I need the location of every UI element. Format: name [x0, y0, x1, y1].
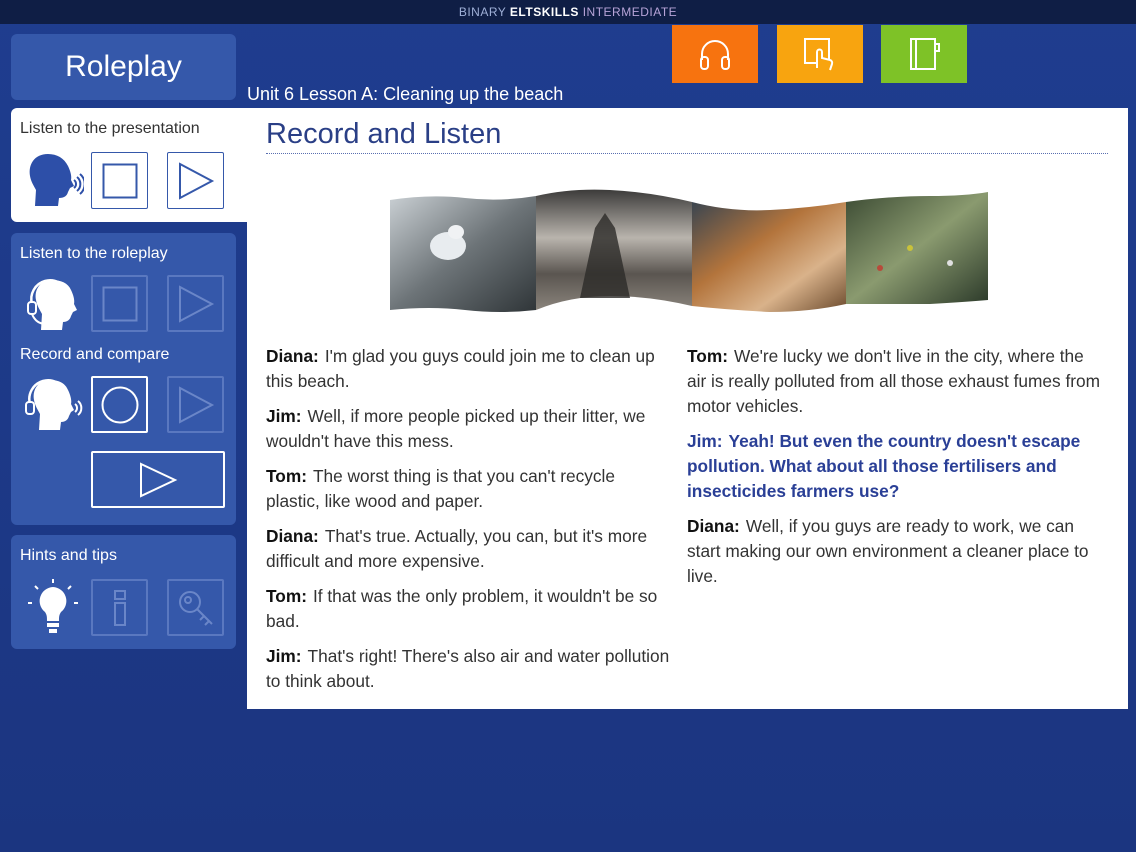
roleplay-panel: Listen to the roleplay Record and compar…: [11, 233, 236, 525]
record-button[interactable]: [91, 376, 148, 433]
dialogue-line: Diana: Well, if you guys are ready to wor…: [687, 514, 1107, 589]
pollution-photo-banner: [390, 189, 988, 312]
stop-icon: [102, 163, 137, 198]
notebook-icon: [910, 38, 940, 70]
dialogue-text: If that was the only problem, it wouldn'…: [266, 586, 658, 631]
notebook-button[interactable]: [881, 25, 967, 83]
headphones-icon: [700, 40, 730, 70]
speaking-head-icon: [29, 154, 84, 206]
dialogue-line: Jim: Well, if more people picked up their…: [266, 404, 671, 454]
speaker-name: Jim:: [266, 646, 302, 666]
content-area: Record and Listen Diana: I'm glad you gu…: [247, 108, 1128, 709]
hints-panel: Hints and tips: [11, 535, 236, 649]
speaker-name: Tom:: [687, 346, 728, 366]
lightbulb-icon[interactable]: [22, 577, 84, 639]
dialogue-text: We're lucky we don't live in the city, w…: [687, 346, 1101, 416]
speaker-name: Diana:: [687, 516, 740, 536]
roleplay-label: Listen to the roleplay: [20, 245, 168, 262]
roleplay-play-button[interactable]: [167, 275, 224, 332]
speaker-name: Tom:: [266, 586, 307, 606]
dialogue-line: Tom: If that was the only problem, it wou…: [266, 584, 671, 634]
content-title: Record and Listen: [266, 118, 502, 150]
dialogue-column-right: Tom: We're lucky we don't live in the cit…: [687, 344, 1107, 599]
listen-button[interactable]: [672, 25, 758, 83]
play-button[interactable]: [167, 152, 224, 209]
dialogue-line: Diana: That's true. Actually, you can, bu…: [266, 524, 671, 574]
speaker-name: Jim:: [266, 406, 302, 426]
dialogue-line: Jim: Yeah! But even the country doesn't e…: [687, 429, 1107, 504]
dialogue-text: Yeah! But even the country doesn't escap…: [687, 431, 1081, 501]
play-icon: [178, 385, 214, 424]
stop-icon: [102, 286, 137, 321]
dialogue-line: Diana: I'm glad you guys could join me to…: [266, 344, 671, 394]
key-icon: [178, 590, 213, 626]
record-icon: [101, 386, 138, 423]
title-divider: [266, 153, 1108, 154]
presentation-panel: Listen to the presentation: [11, 108, 247, 222]
dialogue-text: That's right! There's also air and water…: [266, 646, 670, 691]
headset-head-icon: [27, 279, 77, 330]
lesson-title: Unit 6 Lesson A: Cleaning up the beach: [247, 84, 564, 104]
dialogue-line: Tom: We're lucky we don't live in the cit…: [687, 344, 1107, 419]
activity-button[interactable]: [777, 25, 863, 83]
dialogue-line: Tom: The worst thing is that you can't re…: [266, 464, 671, 514]
app-brand-bar: BINARY ELTSKILLS INTERMEDIATE: [0, 0, 1136, 24]
play-icon: [178, 284, 214, 323]
brand-part-2: ELTSKILLS: [509, 5, 579, 19]
speaker-name: Diana:: [266, 346, 319, 366]
brand-part-1: BINARY: [458, 5, 510, 19]
play-icon: [140, 461, 178, 498]
info-button[interactable]: [91, 579, 148, 636]
key-button[interactable]: [167, 579, 224, 636]
section-title: Roleplay: [11, 34, 236, 100]
touch-icon: [804, 38, 834, 71]
dialogue-text: I'm glad you guys could join me to clean…: [266, 346, 655, 391]
play-all-button[interactable]: [91, 451, 225, 508]
brand-part-3: INTERMEDIATE: [578, 5, 678, 19]
compare-label: Record and compare: [20, 346, 170, 363]
dialogue-text: That's true. Actually, you can, but it's…: [266, 526, 648, 571]
presentation-label: Listen to the presentation: [20, 120, 200, 137]
play-icon: [178, 161, 214, 200]
speaker-name: Diana:: [266, 526, 319, 546]
compare-play-button[interactable]: [167, 376, 224, 433]
headset-speaking-icon: [25, 379, 83, 430]
info-icon: [113, 589, 126, 626]
stop-button[interactable]: [91, 152, 148, 209]
dialogue-column-left: Diana: I'm glad you guys could join me to…: [266, 344, 671, 704]
speaker-name: Tom:: [266, 466, 307, 486]
speaker-name: Jim:: [687, 431, 723, 451]
dialogue-text: Well, if more people picked up their lit…: [266, 406, 646, 451]
hints-label: Hints and tips: [20, 547, 117, 564]
dialogue-line: Jim: That's right! There's also air and w…: [266, 644, 671, 694]
roleplay-stop-button[interactable]: [91, 275, 148, 332]
dialogue-text: The worst thing is that you can't recycl…: [266, 466, 615, 511]
dialogue-text: Well, if you guys are ready to work, we …: [687, 516, 1089, 586]
